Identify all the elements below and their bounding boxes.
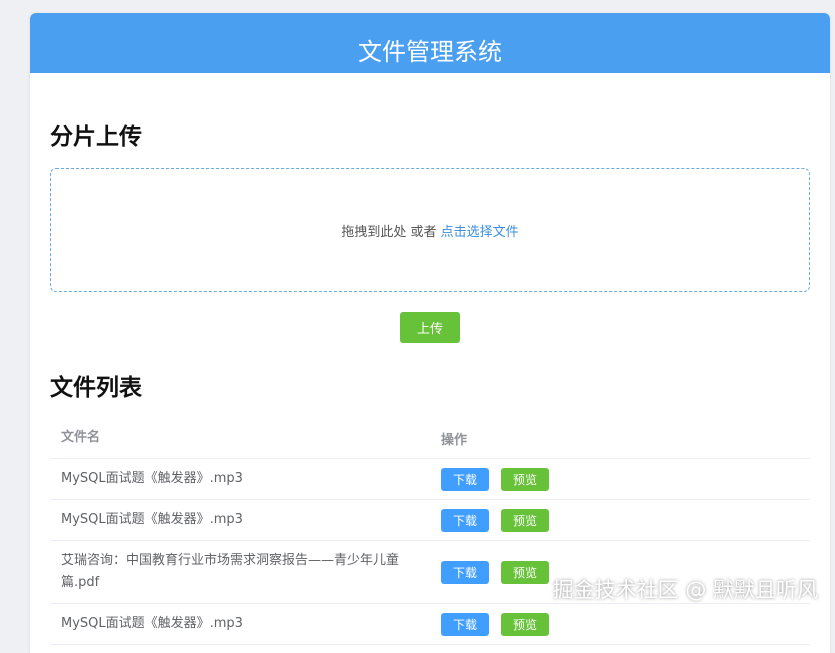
preview-button[interactable]: 预览 — [501, 508, 549, 532]
preview-button[interactable]: 预览 — [501, 467, 549, 491]
download-button[interactable]: 下载 — [441, 508, 489, 532]
drop-hint-text: 拖拽到此处 或者 — [341, 224, 437, 240]
download-button[interactable]: 下载 — [441, 560, 489, 584]
table-header: 文件名 操作 — [50, 418, 810, 459]
file-name: MySQL面试题《触发器》.mp3 — [61, 616, 243, 631]
watermark: 掘金技术社区 @ 默默且听风 — [552, 578, 818, 602]
column-header-name: 文件名 — [61, 430, 101, 445]
preview-button[interactable]: 预览 — [501, 560, 549, 584]
file-name: 艾瑞咨询：中国教育行业市场需求洞察报告——青少年儿童篇.pdf — [61, 553, 400, 590]
upload-section-title: 分片上传 — [50, 124, 142, 150]
row-actions: 下载 预览 — [430, 612, 810, 636]
row-actions: 下载 预览 — [430, 508, 810, 532]
table-row: MySQL面试题《触发器》.mp3 下载 预览 — [50, 604, 810, 645]
table-row: MySQL面试题《触发器》.mp3 下载 预览 — [50, 459, 810, 500]
table-row: MySQL面试题《触发器》.mp3 下载 预览 — [50, 500, 810, 541]
file-list-title: 文件列表 — [50, 375, 142, 401]
upload-dropzone[interactable]: 拖拽到此处 或者 点击选择文件 — [50, 168, 810, 292]
file-name: MySQL面试题《触发器》.mp3 — [61, 512, 243, 527]
main-card: 文件管理系统 分片上传 拖拽到此处 或者 点击选择文件 上传 文件列表 文件名 … — [30, 13, 830, 653]
upload-button[interactable]: 上传 — [400, 312, 460, 343]
select-file-link[interactable]: 点击选择文件 — [441, 221, 519, 240]
preview-button[interactable]: 预览 — [501, 612, 549, 636]
download-button[interactable]: 下载 — [441, 612, 489, 636]
app-title: 文件管理系统 — [358, 38, 502, 66]
file-name: MySQL面试题《触发器》.mp3 — [61, 471, 243, 486]
file-table: 文件名 操作 MySQL面试题《触发器》.mp3 下载 预览 MySQL面试题《… — [50, 418, 810, 645]
row-actions: 下载 预览 — [430, 467, 810, 491]
download-button[interactable]: 下载 — [441, 467, 489, 491]
app-header: 文件管理系统 — [30, 13, 830, 73]
column-header-actions: 操作 — [441, 432, 468, 448]
